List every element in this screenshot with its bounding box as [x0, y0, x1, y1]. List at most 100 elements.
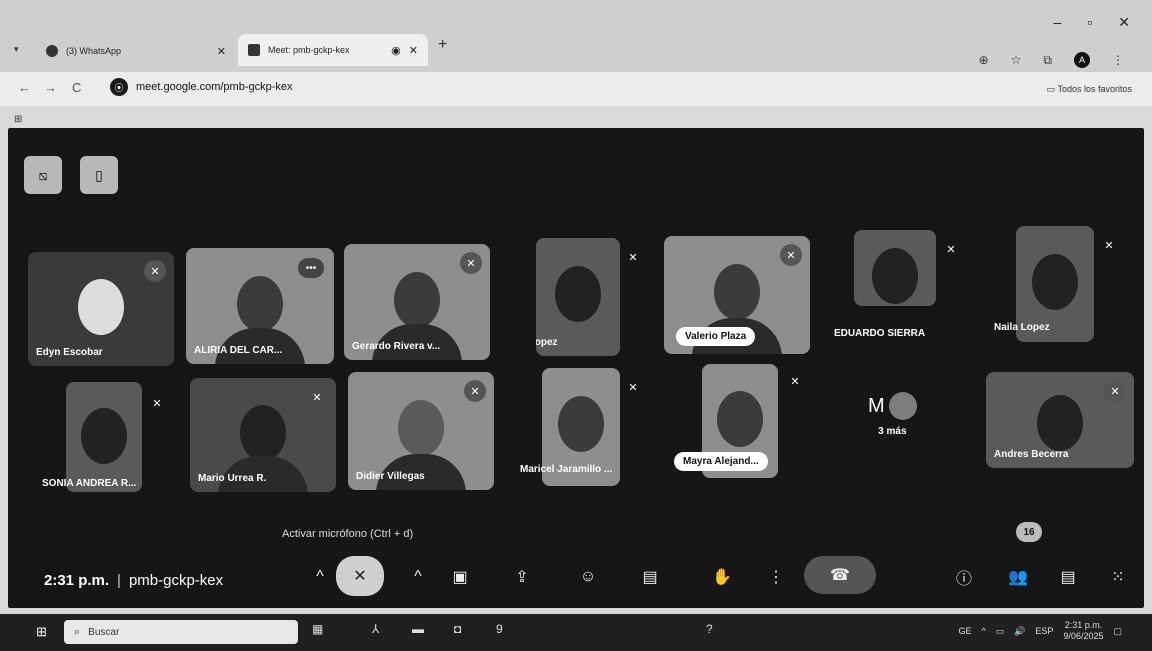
raise-hand-button[interactable]: ✋	[702, 562, 742, 592]
participant-tile[interactable]: ✕ Didier Villegas	[348, 372, 494, 490]
participant-name: lina lopez	[536, 337, 558, 348]
recording-icon: ◉	[391, 44, 401, 57]
help-icon[interactable]: ?	[706, 622, 713, 636]
participant-video	[872, 248, 918, 305]
participant-tile[interactable]: ✕ Andres Becerra	[986, 372, 1134, 468]
participant-tile[interactable]	[66, 382, 142, 492]
participant-tile[interactable]: ✕ Valerio Plaza	[664, 236, 810, 354]
participant-tile[interactable]: lina lopez	[536, 238, 620, 356]
more-options-icon[interactable]: •••	[298, 258, 324, 278]
participant-video	[237, 275, 283, 332]
mic-off-icon: ✕	[790, 375, 800, 388]
camera-button[interactable]: ▣	[440, 562, 480, 592]
participant-name: Gerardo Rivera v...	[352, 341, 441, 352]
tab-whatsapp[interactable]: (3) WhatsApp ✕	[36, 38, 236, 64]
mic-off-icon: ✕	[464, 380, 486, 402]
companion-mode-icon[interactable]: ▯	[80, 156, 118, 194]
window-controls: – ▫ ✕	[1054, 14, 1131, 31]
participant-name: SONIA ANDREA R...	[42, 478, 137, 489]
tab-meet[interactable]: Meet: pmb-gckp-kex ◉ ✕	[238, 34, 428, 66]
taskbar-clock[interactable]: 2:31 p.m. 9/06/2025	[1063, 620, 1103, 642]
more-options-icon[interactable]: ⋮	[756, 562, 796, 592]
mic-off-icon: ✕	[946, 243, 956, 256]
camera-off-icon[interactable]: ⧅	[24, 156, 62, 194]
maximize-icon[interactable]: ▫	[1087, 14, 1092, 31]
windows-start-icon[interactable]: ⊞	[36, 624, 47, 640]
participant-tile[interactable]: ✕ Edyn Escobar	[28, 252, 174, 366]
captions-button[interactable]: ▤	[630, 562, 670, 592]
participant-video	[240, 405, 286, 462]
keyboard-indicator[interactable]: GE	[958, 626, 971, 636]
video-options-chevron-icon[interactable]: ^	[398, 562, 438, 592]
zoom-icon[interactable]: ⊕	[979, 53, 989, 67]
volume-icon[interactable]: 🔊	[1014, 626, 1025, 637]
taskbar-search[interactable]: ⌕ Buscar	[64, 620, 298, 644]
participant-tile[interactable]: ✕ Gerardo Rivera v...	[344, 244, 490, 360]
participant-tile[interactable]	[854, 230, 936, 306]
folder-icon: ▭	[1046, 84, 1056, 94]
participant-name: Andres Becerra	[994, 449, 1069, 460]
mic-off-icon: ✕	[312, 391, 322, 404]
present-screen-button[interactable]: ⇪	[502, 562, 542, 592]
close-tab-icon[interactable]: ✕	[217, 45, 226, 58]
close-tab-icon[interactable]: ✕	[409, 44, 418, 57]
more-participants-tile[interactable]: M 3 más	[868, 392, 917, 437]
new-tab-button[interactable]: +	[438, 36, 447, 54]
participant-video	[555, 266, 601, 323]
acrobat-icon[interactable]: ⅄	[372, 622, 379, 636]
mic-off-icon: ✕	[628, 381, 638, 394]
meeting-details-icon[interactable]: ⓘ	[944, 562, 984, 592]
system-tray: GE ^ ▭ 🔊 ESP 2:31 p.m. 9/06/2025 ▢	[958, 620, 1122, 642]
tab-title: (3) WhatsApp	[66, 46, 122, 56]
star-icon[interactable]: ☆	[1011, 53, 1022, 67]
minimize-icon[interactable]: –	[1054, 14, 1062, 31]
microphone-button[interactable]: ✕	[336, 556, 384, 596]
browser-actions: ⊕ ☆ ⧉ A ⋮	[979, 52, 1124, 68]
reload-icon[interactable]: C	[72, 80, 81, 95]
people-icon[interactable]: 👥	[998, 562, 1038, 592]
chat-icon[interactable]: ▤	[1048, 562, 1088, 592]
participant-name: Naila Lopez	[994, 322, 1050, 333]
activities-icon[interactable]: ⁙	[1098, 562, 1138, 592]
store-icon[interactable]: ◘	[454, 622, 461, 636]
mic-off-icon: ✕	[1104, 239, 1114, 252]
bookmarks-folder[interactable]: ▭ Todos los favoritos	[1047, 84, 1132, 95]
reactions-button[interactable]: ☺	[568, 562, 608, 592]
mic-off-icon: ✕	[144, 260, 166, 282]
participant-video	[1037, 395, 1083, 452]
leave-call-button[interactable]: ☎	[804, 556, 876, 594]
app-icon[interactable]: 9	[496, 622, 503, 636]
language-indicator[interactable]: ESP	[1035, 626, 1053, 636]
participant-video	[81, 408, 127, 465]
participant-name: Mario Urrea R.	[198, 473, 267, 484]
audio-options-chevron-icon[interactable]: ^	[300, 562, 340, 592]
tab-search-chevron-icon[interactable]: ▾	[14, 44, 19, 55]
more-participants-avatars: M	[868, 392, 917, 420]
participant-name: Mayra Alejand...	[674, 452, 768, 471]
meeting-info: 2:31 p.m. | pmb-gckp-kex	[44, 572, 224, 589]
mic-off-icon: ✕	[152, 397, 162, 410]
apps-icon[interactable]: ⊞	[14, 114, 22, 125]
participant-video	[714, 264, 760, 321]
forward-icon[interactable]: →	[44, 80, 57, 95]
meet-icon	[248, 44, 260, 56]
menu-icon[interactable]: ⋮	[1112, 53, 1124, 67]
more-count: 3 más	[878, 426, 907, 437]
close-window-icon[interactable]: ✕	[1118, 14, 1130, 31]
tab-title: Meet: pmb-gckp-kex	[268, 45, 350, 55]
back-icon[interactable]: ←	[18, 80, 31, 95]
site-info-icon[interactable]: ⦿	[110, 78, 128, 96]
address-bar[interactable]: ⦿ meet.google.com/pmb-gckp-kex	[110, 78, 293, 96]
extensions-icon[interactable]: ⧉	[1043, 53, 1052, 68]
mic-off-icon: ✕	[628, 251, 638, 264]
participant-video	[1032, 253, 1078, 310]
participant-name: EDUARDO SIERRA	[834, 328, 926, 339]
whatsapp-icon	[46, 45, 58, 57]
file-explorer-icon[interactable]: ▬	[412, 622, 424, 636]
participant-tile[interactable]: ••• ALIRIA DEL CAR...	[186, 248, 334, 364]
notifications-icon[interactable]: ▢	[1113, 626, 1122, 637]
profile-avatar[interactable]: A	[1074, 52, 1090, 68]
tray-chevron-icon[interactable]: ^	[981, 626, 985, 636]
participant-tile[interactable]: ✕ Mario Urrea R.	[190, 378, 336, 492]
task-view-icon[interactable]: ▦	[312, 622, 323, 636]
